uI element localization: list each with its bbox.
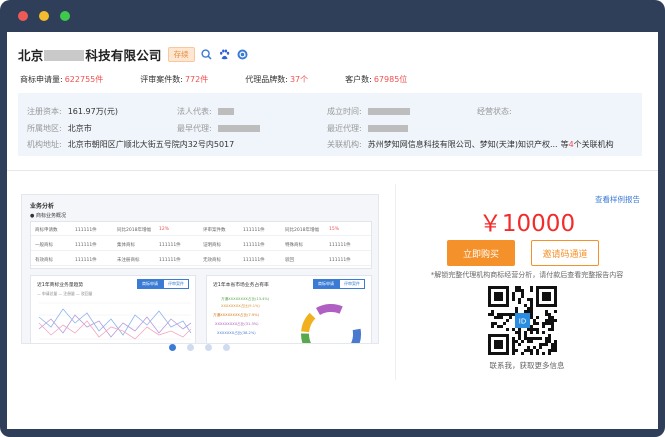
table-cell: 111111件 bbox=[75, 243, 97, 248]
tab-review-cases[interactable]: 评审案件 bbox=[339, 279, 365, 289]
table-row: 一般商标 111111件 集体商标 111111件 证明商标 111111件 特殊商标 111… bbox=[31, 239, 371, 251]
table-row: 商标申请数 111111件 同比2018年增幅 12% 评审案件数 111111件 同比20… bbox=[31, 224, 371, 236]
unlock-note: *解锁完整代理机构商标经营分析，请付款后查看完整报告内容 bbox=[430, 271, 624, 279]
contact-text: 联系我，获取更多信息 bbox=[489, 361, 565, 370]
trend-chart-tabs: 商标申请 评审案件 bbox=[137, 279, 189, 289]
table-cell: 111111件 bbox=[329, 258, 351, 263]
window-titlebar bbox=[0, 0, 665, 32]
trend-chart-title: 近1年商标业务量趋势 bbox=[37, 283, 84, 288]
browser-window: 北京 科技有限公司 存续 商标申请量: 622755件 评审案件数: 772件 代理品… bbox=[0, 0, 665, 437]
table-cell: 特殊商标 bbox=[285, 243, 303, 248]
carousel-dot[interactable] bbox=[169, 344, 176, 351]
table-cell: 集体商标 bbox=[117, 243, 135, 248]
invite-code-button[interactable]: 邀请码通道 bbox=[531, 240, 599, 266]
report-price: ￥10000 bbox=[478, 211, 576, 237]
table-cell: 111111件 bbox=[75, 228, 97, 233]
stats-bar: 商标申请量: 622755件 评审案件数: 772件 代理品牌数: 37个 客户数: 6… bbox=[20, 74, 444, 85]
share-donut-graphic bbox=[301, 304, 361, 343]
table-cell: 111111件 bbox=[243, 243, 265, 248]
svg-text:ID: ID bbox=[519, 318, 526, 326]
table-cell: 111111件 bbox=[159, 258, 181, 263]
info-panel: 注册资本: 161.97万(元) 法人代表: 成立时间: 经营状态: 所属地区: 北… bbox=[18, 93, 642, 156]
info-region: 所属地区: 北京市 bbox=[27, 124, 92, 133]
table-cell: 111111件 bbox=[243, 258, 265, 263]
trend-lines-graphic bbox=[38, 302, 192, 340]
status-badge: 存续 bbox=[167, 47, 195, 62]
related-more-link[interactable]: 等4个关联机构 bbox=[561, 140, 614, 149]
report-preview-slide[interactable]: 业务分析 ● 商标业务概况 商标申请数 111111件 同比2018年增幅 12% 评审… bbox=[21, 194, 379, 344]
info-status: 经营状态: bbox=[477, 107, 512, 116]
minimize-window-button[interactable] bbox=[39, 11, 49, 21]
table-cell: 同比2018年增幅 bbox=[285, 228, 319, 233]
table-cell: 111111件 bbox=[159, 243, 181, 248]
share-label: 万通XXXXXXXX占比(7.9%) bbox=[213, 313, 260, 317]
table-cell: 12% bbox=[159, 227, 170, 232]
table-cell: 一般商标 bbox=[35, 243, 53, 248]
redacted-text bbox=[217, 108, 234, 115]
section-divider bbox=[7, 170, 658, 171]
maximize-window-button[interactable] bbox=[60, 11, 70, 21]
stat-brands: 代理品牌数: 37个 bbox=[245, 75, 309, 84]
stat-clients: 客户数: 67985位 bbox=[345, 75, 408, 84]
page-content: 北京 科技有限公司 存续 商标申请量: 622755件 评审案件数: 772件 代理品… bbox=[7, 32, 658, 429]
info-founded: 成立时间: bbox=[327, 106, 410, 117]
share-chart-title: 近1年本省市场业务占有率 bbox=[213, 283, 269, 288]
info-address: 机构地址: 北京市朝阳区广顺北大街五号院内32号内5017 bbox=[27, 140, 235, 149]
qr-code-image: ID bbox=[488, 286, 557, 355]
share-chart-tabs: 商标申请 评审案件 bbox=[313, 279, 365, 289]
table-cell: 无效商标 bbox=[203, 258, 221, 263]
info-capital: 注册资本: 161.97万(元) bbox=[27, 107, 118, 116]
carousel-dots bbox=[169, 344, 241, 351]
table-cell: 111111件 bbox=[243, 228, 265, 233]
table-cell: 未注册商标 bbox=[117, 258, 140, 263]
preview-subtitle: ● 商标业务概况 bbox=[30, 213, 66, 219]
carousel-dot[interactable] bbox=[205, 344, 212, 351]
buy-now-button[interactable]: 立即购买 bbox=[447, 240, 515, 266]
company-header: 北京 科技有限公司 存续 bbox=[18, 45, 249, 64]
table-cell: 评审案件数 bbox=[203, 228, 226, 233]
baidu-paw-icon[interactable] bbox=[219, 49, 231, 61]
table-cell: 111111件 bbox=[75, 258, 97, 263]
share-label: XXXXXXX占比(38.2%) bbox=[217, 331, 256, 335]
tab-review-cases[interactable]: 评审案件 bbox=[163, 279, 189, 289]
redacted-text bbox=[217, 125, 260, 132]
redacted-text bbox=[367, 125, 408, 132]
link-icon[interactable] bbox=[237, 49, 249, 61]
info-legal-rep: 法人代表: bbox=[177, 106, 234, 117]
tab-applications[interactable]: 商标申请 bbox=[313, 279, 339, 289]
share-label: 万通XXXXXXXX占比(13.4%) bbox=[221, 297, 270, 301]
close-window-button[interactable] bbox=[18, 11, 28, 21]
table-cell: 15% bbox=[329, 227, 340, 232]
company-name: 北京 科技有限公司 bbox=[18, 48, 162, 63]
info-related: 关联机构: 苏州梦知网信息科技有限公司、梦知(天津)知识产权... 等4个关联机构 bbox=[327, 140, 614, 149]
share-label: XXXXXXXXX占比(31.3%) bbox=[215, 322, 259, 326]
table-cell: 111111件 bbox=[329, 243, 351, 248]
preview-table: 商标申请数 111111件 同比2018年增幅 12% 评审案件数 111111件 同比20… bbox=[30, 221, 372, 269]
redacted-text bbox=[367, 108, 410, 115]
table-cell: 商标申请数 bbox=[35, 228, 58, 233]
preview-share-chart: 近1年本省市场业务占有率 商标申请 评审案件 万通XXXXXXXX占比(13.4… bbox=[206, 275, 372, 343]
redacted-text bbox=[44, 50, 85, 61]
preview-trend-chart: 近1年商标业务量趋势 商标申请 评审案件 — 申请总量 — 注册量 — 驳回量 bbox=[30, 275, 196, 343]
info-earliest-agent: 最早代理: bbox=[177, 123, 260, 134]
table-row: 有效商标 111111件 未注册商标 111111件 无效商标 111111件 驳回 1111… bbox=[31, 254, 371, 266]
info-latest-agent: 最近代理: bbox=[327, 123, 408, 134]
table-cell: 同比2018年增幅 bbox=[117, 228, 151, 233]
carousel-dot[interactable] bbox=[187, 344, 194, 351]
tab-applications[interactable]: 商标申请 bbox=[137, 279, 163, 289]
search-icon[interactable] bbox=[201, 49, 213, 61]
preview-title: 业务分析 bbox=[30, 203, 55, 210]
table-cell: 有效商标 bbox=[35, 258, 53, 263]
stat-applications: 商标申请量: 622755件 bbox=[20, 75, 104, 84]
share-label: XXXXXXXX占比(9.1%) bbox=[221, 304, 260, 308]
carousel-dot[interactable] bbox=[223, 344, 230, 351]
stat-review-cases: 评审案件数: 772件 bbox=[140, 75, 209, 84]
table-cell: 驳回 bbox=[285, 258, 294, 263]
table-cell: 证明商标 bbox=[203, 243, 221, 248]
